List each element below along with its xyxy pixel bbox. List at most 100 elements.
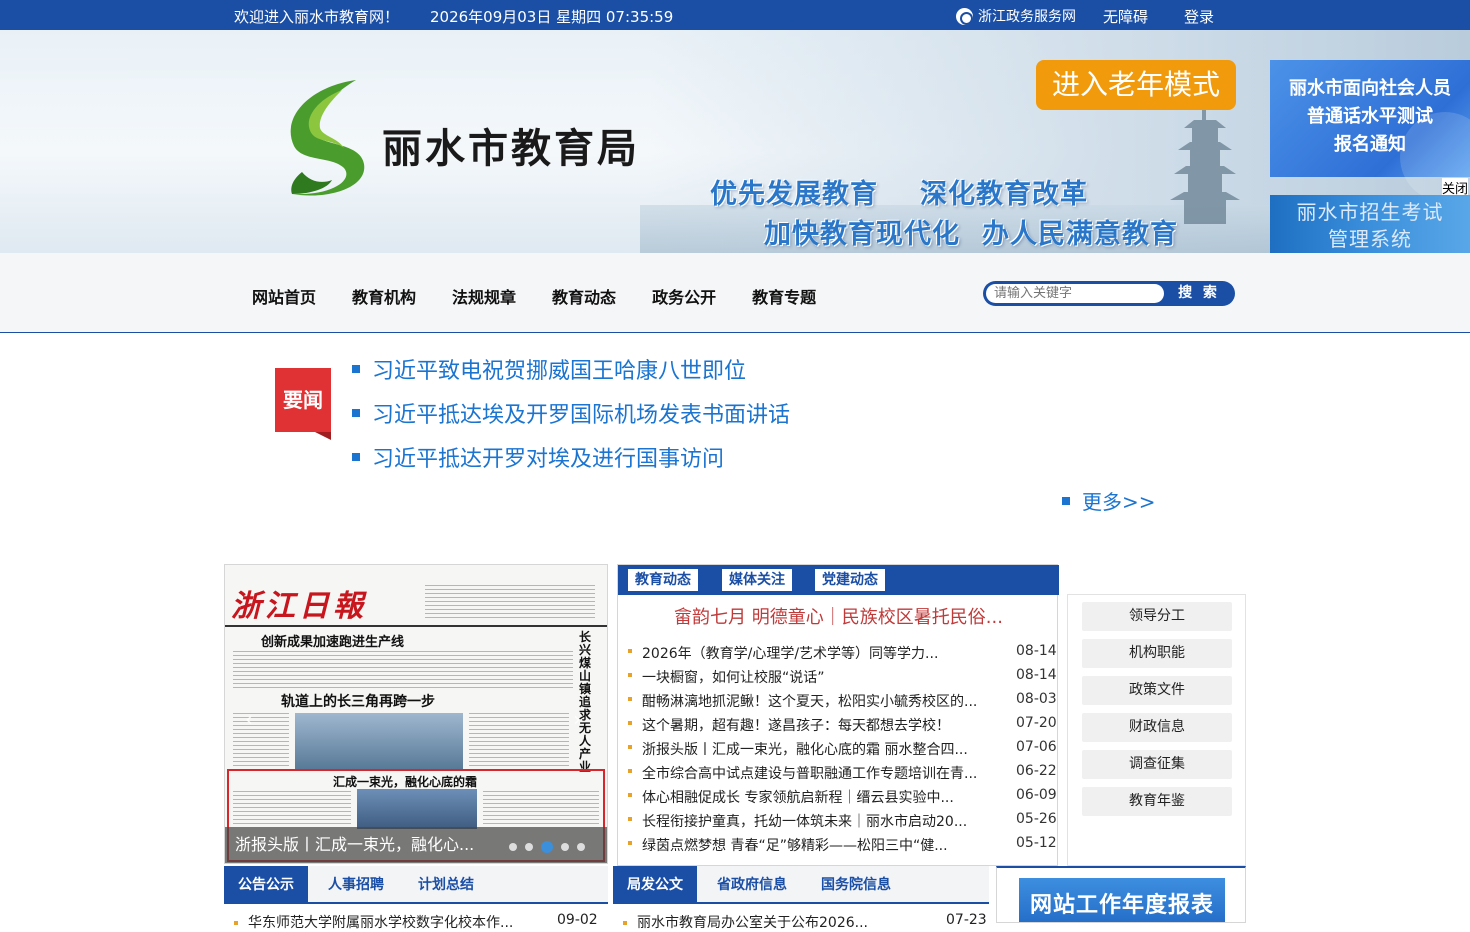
news-title: 这个暑期，超有趣！遂昌孩子：每天都想去学校！ [642,718,950,734]
tab-media-focus[interactable]: 媒体关注 [722,569,792,591]
slider-dots [509,841,585,853]
quick-links-panel: 领导分工 机构职能 政策文件 财政信息 调查征集 教育年鉴 [1067,594,1246,866]
bullet-icon [623,921,627,925]
header-banner: 丽水市教育局 优先发展教育 深化教育改革 加快教育现代化 办人民满意教育 [0,30,1470,253]
newspaper-slider[interactable]: 浙江日報 创新成果加速跑进生产线 轨道上的长三角再跨一步 长兴煤山镇追求无人产业… [224,564,608,864]
item-date: 07-23 [946,912,987,928]
news-date: 07-20 [1016,715,1057,731]
bureau-name: 丽水市教育局 [382,125,640,172]
news-date: 06-22 [1016,763,1057,779]
headline-text: 习近平抵达埃及开罗国际机场发表书面讲话 [372,403,791,428]
tab-provincial-info[interactable]: 省政府信息 [703,866,801,904]
news-date: 08-14 [1016,667,1057,683]
bullet-icon [628,673,632,677]
list-item[interactable]: 丽水市教育局办公室关于公布2026... [623,912,868,932]
quick-link-functions[interactable]: 机构职能 [1082,639,1232,668]
login-link[interactable]: 登录 [1184,6,1214,27]
nav-item-topics[interactable]: 教育专题 [752,284,816,308]
news-tab-bar: 教育动态 媒体关注 党建动态 [618,565,1059,595]
nav-item-news[interactable]: 教育动态 [552,284,616,308]
bullet-square-icon [352,365,360,373]
bullet-square-icon [352,409,360,417]
slogan-3: 加快教育现代化 [764,219,960,250]
quick-link-policy[interactable]: 政策文件 [1082,676,1232,705]
ad1-line-1: 丽水市面向社会人员 [1289,78,1451,99]
main-nav-bar: 网站首页 教育机构 法规规章 教育动态 政务公开 教育专题 搜 索 [0,253,1470,333]
item-title: 华东师范大学附属丽水学校数字化校本作... [248,915,514,931]
slogan-4: 办人民满意教育 [982,219,1178,250]
accessibility-link[interactable]: 无障碍 [1103,6,1148,27]
tab-recruitment[interactable]: 人事招聘 [314,866,398,904]
slider-dot[interactable] [525,843,533,851]
ad2-line-2: 管理系统 [1328,227,1412,251]
tab-state-council-info[interactable]: 国务院信息 [807,866,905,904]
list-item[interactable]: 华东师范大学附属丽水学校数字化校本作... [234,912,513,932]
nav-item-home[interactable]: 网站首页 [252,284,316,308]
current-datetime: 2026年09月03日 星期四 07:35:59 [430,8,674,26]
tab-education-news[interactable]: 教育动态 [628,569,698,591]
slider-dot[interactable] [577,843,585,851]
headlines-more-link[interactable]: 更多>> [1062,486,1156,515]
slider-next-icon[interactable]: › [573,707,581,731]
nav-item-gov-affairs[interactable]: 政务公开 [652,284,716,308]
slider-prev-icon[interactable]: ‹ [245,707,253,731]
announcement-panel: 公告公示 人事招聘 计划总结 华东师范大学附属丽水学校数字化校本作... 09-… [224,866,608,931]
search-box: 搜 索 [983,281,1235,306]
education-bureau-logo-icon [290,80,365,196]
bullet-square-icon [352,453,360,461]
search-input[interactable] [986,284,1164,303]
news-title: 一块橱窗，如何让校服“说话” [642,670,825,686]
bullet-icon [628,793,632,797]
quick-link-leadership[interactable]: 领导分工 [1082,602,1232,631]
item-title: 丽水市教育局办公室关于公布2026... [637,915,868,931]
tab-announcements[interactable]: 公告公示 [224,866,308,904]
slider-dot[interactable] [509,843,517,851]
elder-mode-button[interactable]: 进入老年模式 [1036,60,1236,110]
documents-tab-bar: 局发公文 省政府信息 国务院信息 [613,866,989,904]
ad2-line-1: 丽水市招生考试 [1296,200,1444,224]
headline-item[interactable]: 习近平致电祝贺挪威国王哈康八世即位 [352,353,746,385]
headline-item[interactable]: 习近平抵达埃及开罗国际机场发表书面讲话 [352,397,790,429]
search-button[interactable]: 搜 索 [1167,281,1231,306]
nav-item-institutions[interactable]: 教育机构 [352,284,416,308]
news-date: 06-09 [1016,787,1057,803]
text-column [425,585,595,621]
mandarin-test-ad[interactable]: 丽水市面向社会人员 普通话水平测试 报名通知 [1270,60,1470,202]
tab-bureau-documents[interactable]: 局发公文 [613,866,697,904]
zhejiang-gov-link[interactable]: 浙江政务服务网 [956,6,1076,26]
exam-system-ad[interactable]: 丽水市招生考试 管理系统 [1270,195,1470,259]
slider-dot[interactable] [561,843,569,851]
headline-text: 习近平致电祝贺挪威国王哈康八世即位 [372,359,747,384]
more-label: 更多>> [1082,490,1156,514]
slogan-2: 深化教育改革 [920,179,1088,210]
annual-report-button[interactable]: 网站工作年度报表 [1019,878,1225,922]
headline-badge: 要闻 [275,368,331,440]
slider-dot[interactable] [541,841,553,853]
bullet-icon [628,649,632,653]
paper-headline-2: 轨道上的长三角再跨一步 [281,694,435,710]
paper-vertical-title: 长兴煤山镇追求无人产业 [579,630,592,774]
nav-item-regulations[interactable]: 法规规章 [452,284,516,308]
news-title: 2026年（教育学/心理学/艺术学等）同等学力... [642,646,939,662]
newspaper-masthead: 浙江日報 [231,589,367,624]
bullet-square-icon [1062,496,1070,505]
bullet-icon [234,921,238,925]
news-title: 绿茵点燃梦想 青春“足”够精彩——松阳三中“健... [642,838,948,854]
text-column [233,713,289,769]
welcome-text: 欢迎进入丽水市教育网！ [234,8,400,26]
quick-link-survey[interactable]: 调查征集 [1082,750,1232,779]
news-date: 08-03 [1016,691,1057,707]
bullet-icon [628,769,632,773]
headline-item[interactable]: 习近平抵达开罗对埃及进行国事访问 [352,441,724,473]
top-bar: 欢迎进入丽水市教育网！ 2026年09月03日 星期四 07:35:59 浙江政… [0,0,1470,30]
featured-news-link[interactable]: 畲韵七月 明德童心｜民族校区暑托民俗... [618,603,1059,629]
pagoda-icon [1170,106,1240,224]
tab-plans[interactable]: 计划总结 [404,866,488,904]
announcement-tab-bar: 公告公示 人事招聘 计划总结 [224,866,608,904]
quick-link-yearbook[interactable]: 教育年鉴 [1082,787,1232,816]
quick-link-finance[interactable]: 财政信息 [1082,713,1232,742]
zhejiang-gov-label: 浙江政务服务网 [978,9,1076,25]
news-date: 08-14 [1016,643,1057,659]
tab-party-news[interactable]: 党建动态 [815,569,885,591]
divider [225,625,607,627]
